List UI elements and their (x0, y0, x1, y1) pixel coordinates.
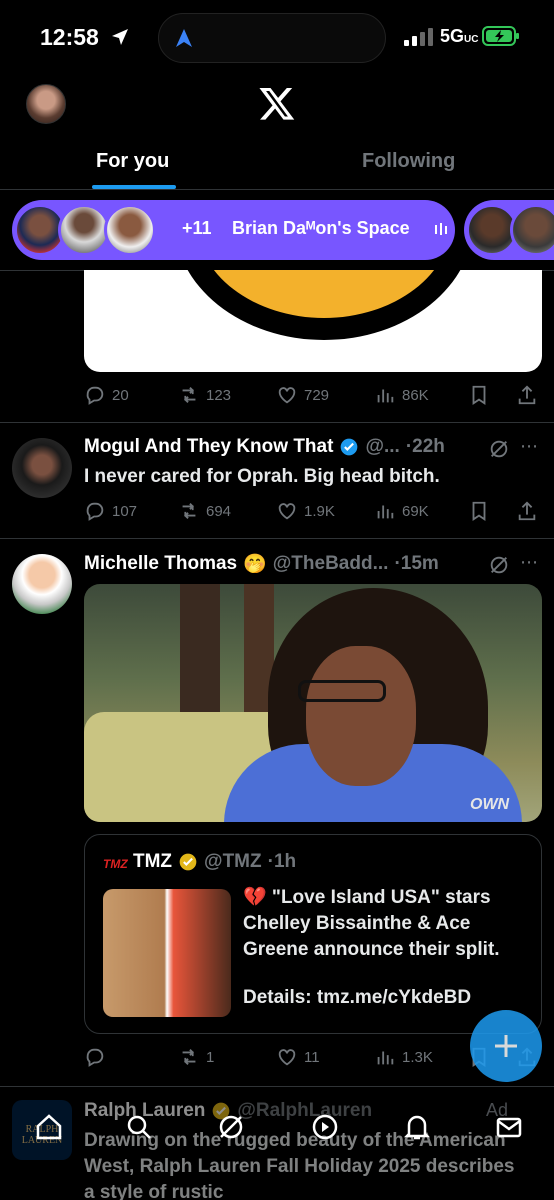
home-icon[interactable] (34, 1112, 64, 1142)
timeline-tabs: For you Following (0, 130, 554, 190)
views-button[interactable]: 1.3K (374, 1046, 433, 1068)
status-bar: 12:58 5GUC (0, 0, 554, 76)
repost-icon (182, 1049, 196, 1065)
tweet-actions: 107 694 1.9K 69K (84, 496, 544, 526)
reply-icon (86, 1048, 104, 1067)
quote-author-avatar: TMZ (103, 857, 128, 871)
reply-button[interactable]: 20 (84, 384, 129, 406)
more-options-button[interactable]: ⋯ (520, 552, 538, 573)
dynamic-island (158, 13, 386, 63)
space-host-avatar (104, 204, 156, 256)
divider (0, 538, 554, 539)
quote-author-handle: @TMZ (204, 851, 262, 872)
share-button[interactable] (516, 500, 538, 522)
quote-media-image (103, 889, 231, 1017)
location-arrow-icon (112, 29, 128, 45)
spaces-icon[interactable] (310, 1112, 340, 1142)
quote-time: ·1h (267, 851, 297, 872)
views-chart-icon (377, 389, 394, 403)
views-button[interactable]: 86K (374, 384, 429, 406)
quote-header: TMZ @TMZ ·1h (133, 851, 296, 873)
repost-icon (182, 503, 196, 519)
heart-icon (278, 503, 296, 520)
bottom-navigation (0, 1100, 554, 1200)
divider (0, 1086, 554, 1087)
more-options-button[interactable]: ⋯ (520, 436, 538, 457)
divider (0, 189, 554, 190)
quote-author-name: TMZ (133, 851, 173, 872)
author-name[interactable]: Mogul And They Know That (84, 436, 333, 458)
notifications-icon[interactable] (402, 1112, 432, 1142)
share-icon (518, 501, 536, 521)
status-time: 12:58 (40, 24, 99, 50)
navigation-arrow-icon (176, 29, 192, 47)
share-button[interactable] (516, 384, 538, 406)
views-chart-icon (377, 505, 394, 519)
tweet-media-image[interactable]: OWN (84, 584, 542, 822)
repost-button[interactable]: 694 (178, 500, 231, 522)
tab-following[interactable]: Following (362, 150, 455, 173)
tweet-time: ·15m (394, 553, 439, 574)
space-host-avatar (58, 204, 110, 256)
tab-for-you[interactable]: For you (96, 150, 169, 173)
cellular-signal-icon (404, 28, 433, 46)
grok-icon[interactable] (488, 554, 510, 576)
tweet-author-avatar[interactable] (12, 438, 72, 498)
share-icon (518, 385, 536, 405)
media-watermark: OWN (470, 796, 510, 813)
bookmark-icon (472, 385, 486, 405)
tweet-media-image[interactable] (84, 270, 542, 372)
audio-bars-icon (435, 223, 447, 235)
like-button[interactable]: 11 (276, 1046, 320, 1068)
quote-text: 💔 "Love Island USA" stars Chelley Bissai… (243, 887, 500, 1008)
repost-button[interactable]: 1 (178, 1046, 214, 1068)
views-chart-icon (377, 1051, 394, 1065)
tweet-time: ·22h (405, 436, 445, 457)
reply-button[interactable]: 107 (84, 500, 137, 522)
tweet-header: Mogul And They Know That @... ·22h (84, 436, 445, 458)
author-handle[interactable]: @TheBadd... (273, 553, 389, 575)
repost-button[interactable]: 123 (178, 384, 231, 406)
bookmark-button[interactable] (468, 500, 490, 522)
bookmark-icon (472, 501, 486, 521)
space-title: Brian Daᴹon's Space (232, 218, 410, 238)
verified-badge-icon (341, 438, 358, 456)
repost-icon (182, 387, 196, 403)
verified-gold-badge-icon (179, 853, 197, 871)
author-emoji: 🤭 (243, 554, 267, 575)
profile-avatar[interactable] (26, 84, 66, 124)
reply-icon (86, 386, 104, 405)
network-type: 5GUC (440, 26, 479, 46)
x-logo-icon (259, 87, 295, 120)
live-space-pill[interactable]: +11 Brian Daᴹon's Space (12, 200, 455, 260)
battery-icon (482, 26, 519, 46)
compose-post-button[interactable] (470, 1010, 542, 1082)
search-icon[interactable] (124, 1112, 154, 1142)
heart-icon (278, 1049, 296, 1066)
heart-icon (278, 387, 296, 404)
author-name[interactable]: Michelle Thomas (84, 553, 237, 575)
views-button[interactable]: 69K (374, 500, 429, 522)
tweet-author-avatar[interactable] (12, 554, 72, 614)
grok-icon[interactable] (216, 1112, 246, 1142)
tweet-text: I never cared for Oprah. Big head bitch. (84, 466, 440, 487)
live-space-pill[interactable] (464, 200, 554, 260)
grok-icon[interactable] (488, 438, 510, 460)
like-button[interactable]: 729 (276, 384, 329, 406)
tweet-actions: 20 123 729 86K (84, 380, 544, 410)
tweet-header: Michelle Thomas 🤭 @TheBadd... ·15m (84, 552, 439, 576)
reply-icon (86, 502, 104, 521)
reply-button[interactable] (84, 1046, 112, 1068)
author-handle[interactable]: @... (365, 436, 399, 458)
space-listener-count: +11 (182, 218, 212, 238)
divider (0, 422, 554, 423)
quoted-tweet[interactable]: TMZ TMZ @TMZ ·1h 💔 "Love Island USA" star… (84, 834, 542, 1034)
messages-icon[interactable] (494, 1112, 524, 1142)
bookmark-button[interactable] (468, 384, 490, 406)
plus-icon (495, 1035, 517, 1057)
like-button[interactable]: 1.9K (276, 500, 335, 522)
space-host-avatar (510, 204, 554, 256)
